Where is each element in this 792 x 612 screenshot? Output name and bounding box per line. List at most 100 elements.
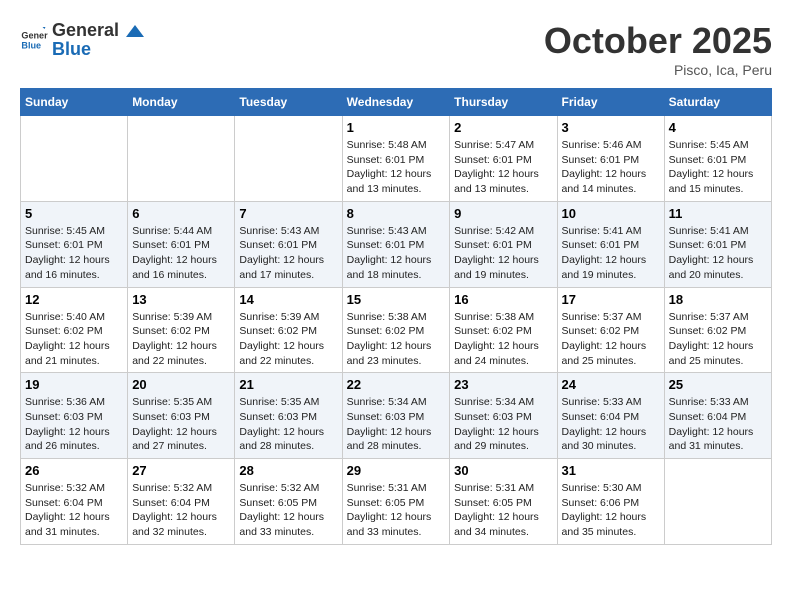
day-number: 7	[239, 206, 337, 221]
col-header-sunday: Sunday	[21, 89, 128, 116]
day-number: 1	[347, 120, 446, 135]
calendar-cell: 26Sunrise: 5:32 AM Sunset: 6:04 PM Dayli…	[21, 459, 128, 545]
day-content: Sunrise: 5:38 AM Sunset: 6:02 PM Dayligh…	[347, 310, 446, 369]
calendar-cell: 3 Sunrise: 5:46 AM Sunset: 6:01 PM Daylig…	[557, 116, 664, 202]
calendar-cell: 8 Sunrise: 5:43 AM Sunset: 6:01 PM Daylig…	[342, 201, 450, 287]
day-number: 31	[562, 463, 660, 478]
logo: General Blue General Blue	[20, 20, 144, 60]
logo-chevron-icon	[126, 23, 144, 41]
day-number: 20	[132, 377, 230, 392]
calendar-cell	[128, 116, 235, 202]
day-content: Sunrise: 5:33 AM Sunset: 6:04 PM Dayligh…	[562, 395, 660, 454]
day-content: Sunrise: 5:33 AM Sunset: 6:04 PM Dayligh…	[669, 395, 767, 454]
svg-text:General: General	[21, 31, 48, 41]
calendar-cell: 11 Sunrise: 5:41 AM Sunset: 6:01 PM Dayli…	[664, 201, 771, 287]
day-content: Sunrise: 5:45 AM Sunset: 6:01 PM Dayligh…	[25, 224, 123, 283]
day-content: Sunrise: 5:31 AM Sunset: 6:05 PM Dayligh…	[454, 481, 552, 540]
day-content: Sunrise: 5:32 AM Sunset: 6:05 PM Dayligh…	[239, 481, 337, 540]
calendar-cell: 6 Sunrise: 5:44 AM Sunset: 6:01 PM Daylig…	[128, 201, 235, 287]
week-row-2: 5Sunrise: 5:45 AM Sunset: 6:01 PM Daylig…	[21, 201, 772, 287]
location-subtitle: Pisco, Ica, Peru	[544, 62, 772, 78]
day-content: Sunrise: 5:48 AM Sunset: 6:01 PM Dayligh…	[347, 138, 446, 197]
calendar-cell	[664, 459, 771, 545]
day-content: Sunrise: 5:31 AM Sunset: 6:05 PM Dayligh…	[347, 481, 446, 540]
week-row-4: 19 Sunrise: 5:36 AM Sunset: 6:03 PM Dayli…	[21, 373, 772, 459]
calendar-cell: 21 Sunrise: 5:35 AM Sunset: 6:03 PM Dayli…	[235, 373, 342, 459]
day-content: Sunrise: 5:42 AM Sunset: 6:01 PM Dayligh…	[454, 224, 552, 283]
day-number: 15	[347, 292, 446, 307]
calendar-table: SundayMondayTuesdayWednesdayThursdayFrid…	[20, 88, 772, 545]
day-content: Sunrise: 5:30 AM Sunset: 6:06 PM Dayligh…	[562, 481, 660, 540]
calendar-cell: 10Sunrise: 5:41 AM Sunset: 6:01 PM Dayli…	[557, 201, 664, 287]
day-number: 28	[239, 463, 337, 478]
svg-text:Blue: Blue	[21, 40, 41, 50]
calendar-cell: 4 Sunrise: 5:45 AM Sunset: 6:01 PM Daylig…	[664, 116, 771, 202]
calendar-cell: 23Sunrise: 5:34 AM Sunset: 6:03 PM Dayli…	[450, 373, 557, 459]
day-content: Sunrise: 5:36 AM Sunset: 6:03 PM Dayligh…	[25, 395, 123, 454]
day-content: Sunrise: 5:39 AM Sunset: 6:02 PM Dayligh…	[239, 310, 337, 369]
col-header-wednesday: Wednesday	[342, 89, 450, 116]
day-number: 4	[669, 120, 767, 135]
title-block: October 2025 Pisco, Ica, Peru	[544, 20, 772, 78]
day-number: 11	[669, 206, 767, 221]
calendar-cell: 30 Sunrise: 5:31 AM Sunset: 6:05 PM Dayli…	[450, 459, 557, 545]
day-number: 10	[562, 206, 660, 221]
day-content: Sunrise: 5:37 AM Sunset: 6:02 PM Dayligh…	[669, 310, 767, 369]
day-content: Sunrise: 5:43 AM Sunset: 6:01 PM Dayligh…	[347, 224, 446, 283]
calendar-cell: 13 Sunrise: 5:39 AM Sunset: 6:02 PM Dayli…	[128, 287, 235, 373]
day-number: 13	[132, 292, 230, 307]
calendar-cell	[235, 116, 342, 202]
col-header-saturday: Saturday	[664, 89, 771, 116]
day-content: Sunrise: 5:34 AM Sunset: 6:03 PM Dayligh…	[347, 395, 446, 454]
week-row-3: 12Sunrise: 5:40 AM Sunset: 6:02 PM Dayli…	[21, 287, 772, 373]
page-header: General Blue General Blue October 2025 P…	[20, 20, 772, 78]
week-row-5: 26Sunrise: 5:32 AM Sunset: 6:04 PM Dayli…	[21, 459, 772, 545]
calendar-cell: 12Sunrise: 5:40 AM Sunset: 6:02 PM Dayli…	[21, 287, 128, 373]
calendar-cell: 16 Sunrise: 5:38 AM Sunset: 6:02 PM Dayli…	[450, 287, 557, 373]
day-number: 8	[347, 206, 446, 221]
day-number: 6	[132, 206, 230, 221]
day-number: 23	[454, 377, 552, 392]
day-number: 9	[454, 206, 552, 221]
day-number: 19	[25, 377, 123, 392]
day-number: 17	[562, 292, 660, 307]
calendar-cell: 29Sunrise: 5:31 AM Sunset: 6:05 PM Dayli…	[342, 459, 450, 545]
day-number: 14	[239, 292, 337, 307]
month-year-title: October 2025	[544, 20, 772, 62]
day-number: 2	[454, 120, 552, 135]
day-content: Sunrise: 5:44 AM Sunset: 6:01 PM Dayligh…	[132, 224, 230, 283]
day-number: 16	[454, 292, 552, 307]
day-number: 3	[562, 120, 660, 135]
calendar-cell: 22 Sunrise: 5:34 AM Sunset: 6:03 PM Dayli…	[342, 373, 450, 459]
day-content: Sunrise: 5:47 AM Sunset: 6:01 PM Dayligh…	[454, 138, 552, 197]
day-number: 27	[132, 463, 230, 478]
day-number: 21	[239, 377, 337, 392]
day-content: Sunrise: 5:38 AM Sunset: 6:02 PM Dayligh…	[454, 310, 552, 369]
calendar-cell: 27Sunrise: 5:32 AM Sunset: 6:04 PM Dayli…	[128, 459, 235, 545]
day-number: 22	[347, 377, 446, 392]
day-content: Sunrise: 5:46 AM Sunset: 6:01 PM Dayligh…	[562, 138, 660, 197]
day-number: 12	[25, 292, 123, 307]
day-number: 24	[562, 377, 660, 392]
calendar-cell: 1 Sunrise: 5:48 AM Sunset: 6:01 PM Daylig…	[342, 116, 450, 202]
calendar-cell: 18Sunrise: 5:37 AM Sunset: 6:02 PM Dayli…	[664, 287, 771, 373]
day-number: 30	[454, 463, 552, 478]
calendar-cell: 17 Sunrise: 5:37 AM Sunset: 6:02 PM Dayli…	[557, 287, 664, 373]
calendar-cell: 31 Sunrise: 5:30 AM Sunset: 6:06 PM Dayli…	[557, 459, 664, 545]
day-content: Sunrise: 5:41 AM Sunset: 6:01 PM Dayligh…	[669, 224, 767, 283]
calendar-cell: 15 Sunrise: 5:38 AM Sunset: 6:02 PM Dayli…	[342, 287, 450, 373]
day-content: Sunrise: 5:43 AM Sunset: 6:01 PM Dayligh…	[239, 224, 337, 283]
week-row-1: 1 Sunrise: 5:48 AM Sunset: 6:01 PM Daylig…	[21, 116, 772, 202]
day-content: Sunrise: 5:45 AM Sunset: 6:01 PM Dayligh…	[669, 138, 767, 197]
calendar-cell: 7 Sunrise: 5:43 AM Sunset: 6:01 PM Daylig…	[235, 201, 342, 287]
day-content: Sunrise: 5:35 AM Sunset: 6:03 PM Dayligh…	[239, 395, 337, 454]
calendar-cell: 19 Sunrise: 5:36 AM Sunset: 6:03 PM Dayli…	[21, 373, 128, 459]
col-header-tuesday: Tuesday	[235, 89, 342, 116]
day-content: Sunrise: 5:39 AM Sunset: 6:02 PM Dayligh…	[132, 310, 230, 369]
logo-icon: General Blue	[20, 26, 48, 54]
col-header-monday: Monday	[128, 89, 235, 116]
day-content: Sunrise: 5:37 AM Sunset: 6:02 PM Dayligh…	[562, 310, 660, 369]
day-content: Sunrise: 5:32 AM Sunset: 6:04 PM Dayligh…	[25, 481, 123, 540]
col-header-thursday: Thursday	[450, 89, 557, 116]
logo-general: General	[52, 20, 119, 40]
